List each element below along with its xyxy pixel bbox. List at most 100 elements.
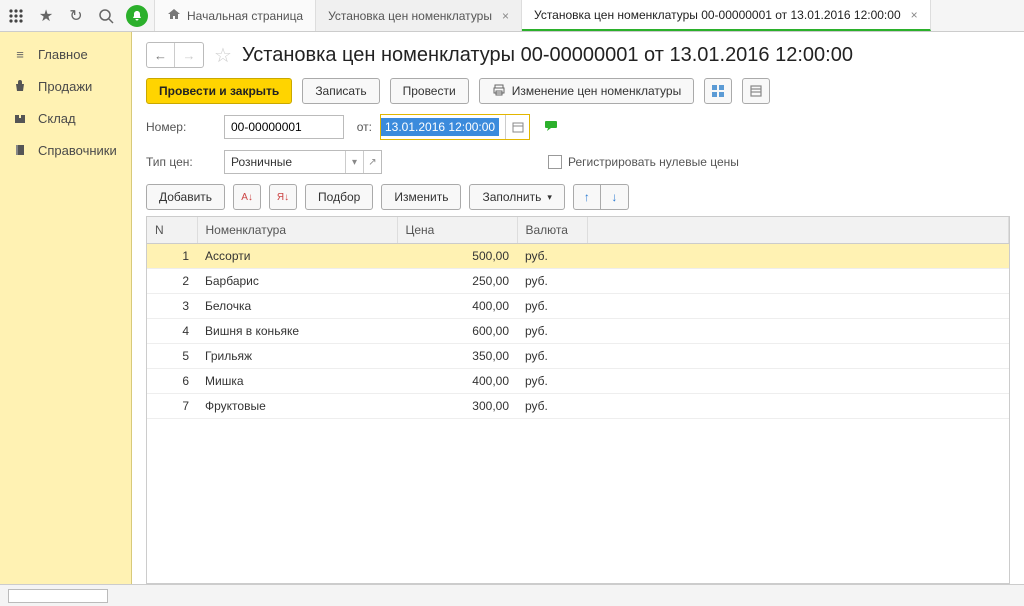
col-n[interactable]: N — [147, 217, 197, 244]
sidebar-sales[interactable]: Продажи — [0, 70, 131, 102]
change-button[interactable]: Изменить — [381, 184, 461, 210]
cell-price: 500,00 — [397, 244, 517, 269]
table-row[interactable]: 3Белочка400,00руб. — [147, 294, 1009, 319]
table-toolbar: Добавить А↓ Я↓ Подбор Изменить Заполнить… — [146, 184, 1010, 210]
date-label: от: — [352, 120, 372, 134]
cell-n: 2 — [147, 269, 197, 294]
tab-label: Установка цен номенклатуры 00-00000001 о… — [534, 8, 901, 22]
status-bar — [0, 584, 1024, 606]
price-type-combo[interactable]: Розничные ▾ ↗ — [224, 150, 382, 174]
sidebar-item-label: Справочники — [38, 143, 117, 158]
search-icon[interactable] — [96, 6, 116, 26]
checkbox-box — [548, 155, 562, 169]
date-field[interactable]: 13.01.2016 12:00:00 — [380, 114, 530, 140]
cell-currency: руб. — [517, 244, 587, 269]
back-button[interactable]: ← — [147, 43, 175, 67]
cell-nomenclature: Белочка — [197, 294, 397, 319]
move-down-button[interactable]: ↓ — [601, 184, 629, 210]
items-table: N Номенклатура Цена Валюта 1Ассорти500,0… — [147, 217, 1009, 419]
fill-button[interactable]: Заполнить ▾ — [469, 184, 564, 210]
price-type-value: Розничные — [225, 155, 345, 169]
post-and-close-button[interactable]: Провести и закрыть — [146, 78, 292, 104]
box-icon — [12, 110, 28, 126]
col-blank — [587, 217, 1009, 244]
number-field[interactable] — [224, 115, 344, 139]
cell-price: 250,00 — [397, 269, 517, 294]
table-row[interactable]: 5Грильяж350,00руб. — [147, 344, 1009, 369]
cell-blank — [587, 244, 1009, 269]
cell-nomenclature: Мишка — [197, 369, 397, 394]
close-icon[interactable]: × — [911, 8, 918, 22]
col-currency[interactable]: Валюта — [517, 217, 587, 244]
cell-currency: руб. — [517, 344, 587, 369]
tab-home[interactable]: Начальная страница — [155, 0, 316, 31]
star-icon[interactable]: ★ — [36, 6, 56, 26]
history-icon[interactable]: ↻ — [66, 6, 86, 26]
sidebar-item-label: Продажи — [38, 79, 92, 94]
number-label: Номер: — [146, 120, 216, 134]
cell-price: 400,00 — [397, 294, 517, 319]
notifications-icon[interactable] — [126, 5, 148, 27]
print-icon — [492, 83, 506, 100]
col-price[interactable]: Цена — [397, 217, 517, 244]
sidebar-warehouse[interactable]: Склад — [0, 102, 131, 134]
calendar-icon[interactable] — [505, 115, 529, 139]
price-change-label: Изменение цен номенклатуры — [512, 84, 682, 98]
price-change-button[interactable]: Изменение цен номенклатуры — [479, 78, 695, 104]
post-button[interactable]: Провести — [390, 78, 469, 104]
cell-blank — [587, 394, 1009, 419]
cell-currency: руб. — [517, 369, 587, 394]
tab-price-setup-doc[interactable]: Установка цен номенклатуры 00-00000001 о… — [522, 0, 931, 31]
col-nomenclature[interactable]: Номенклатура — [197, 217, 397, 244]
top-bar: ★ ↻ Начальная страница Установка цен ном… — [0, 0, 1024, 32]
sidebar: ≡ Главное Продажи Склад Справочники — [0, 32, 132, 584]
tab-home-label: Начальная страница — [187, 9, 303, 23]
table-row[interactable]: 1Ассорти500,00руб. — [147, 244, 1009, 269]
cell-price: 400,00 — [397, 369, 517, 394]
table-row[interactable]: 7Фруктовые300,00руб. — [147, 394, 1009, 419]
bag-icon — [12, 78, 28, 94]
sidebar-catalogs[interactable]: Справочники — [0, 134, 131, 166]
command-bar: Провести и закрыть Записать Провести Изм… — [146, 78, 1010, 104]
move-up-button[interactable]: ↑ — [573, 184, 601, 210]
cell-blank — [587, 269, 1009, 294]
cell-nomenclature: Грильяж — [197, 344, 397, 369]
cell-blank — [587, 319, 1009, 344]
sidebar-item-label: Главное — [38, 47, 88, 62]
tab-price-setup[interactable]: Установка цен номенклатуры × — [316, 0, 522, 31]
add-button[interactable]: Добавить — [146, 184, 225, 210]
nav-arrows: ← → — [146, 42, 204, 68]
close-icon[interactable]: × — [502, 9, 509, 23]
cell-n: 1 — [147, 244, 197, 269]
chevron-down-icon: ▾ — [547, 192, 552, 203]
write-button[interactable]: Записать — [302, 78, 379, 104]
sidebar-main[interactable]: ≡ Главное — [0, 38, 131, 70]
cell-currency: руб. — [517, 269, 587, 294]
favorite-star-icon[interactable]: ☆ — [214, 43, 232, 68]
table-row[interactable]: 6Мишка400,00руб. — [147, 369, 1009, 394]
book-icon — [12, 142, 28, 158]
status-box — [8, 589, 108, 603]
register-zero-label: Регистрировать нулевые цены — [568, 155, 739, 169]
forward-button[interactable]: → — [175, 43, 203, 67]
structure-button[interactable] — [704, 78, 732, 104]
date-value: 13.01.2016 12:00:00 — [381, 118, 499, 136]
sort-asc-button[interactable]: А↓ — [233, 184, 261, 210]
cell-currency: руб. — [517, 394, 587, 419]
cell-n: 6 — [147, 369, 197, 394]
cell-price: 350,00 — [397, 344, 517, 369]
table-row[interactable]: 2Барбарис250,00руб. — [147, 269, 1009, 294]
open-icon[interactable]: ↗ — [363, 151, 381, 173]
chat-icon[interactable] — [544, 119, 558, 136]
top-tool-icons: ★ ↻ — [0, 0, 155, 31]
apps-icon[interactable] — [6, 6, 26, 26]
tab-label: Установка цен номенклатуры — [328, 9, 492, 23]
cell-currency: руб. — [517, 319, 587, 344]
register-zero-checkbox[interactable]: Регистрировать нулевые цены — [548, 155, 739, 169]
pick-button[interactable]: Подбор — [305, 184, 373, 210]
list-button[interactable] — [742, 78, 770, 104]
chevron-down-icon[interactable]: ▾ — [345, 151, 363, 173]
table-wrap: N Номенклатура Цена Валюта 1Ассорти500,0… — [146, 216, 1010, 584]
sort-desc-button[interactable]: Я↓ — [269, 184, 297, 210]
table-row[interactable]: 4Вишня в коньяке600,00руб. — [147, 319, 1009, 344]
